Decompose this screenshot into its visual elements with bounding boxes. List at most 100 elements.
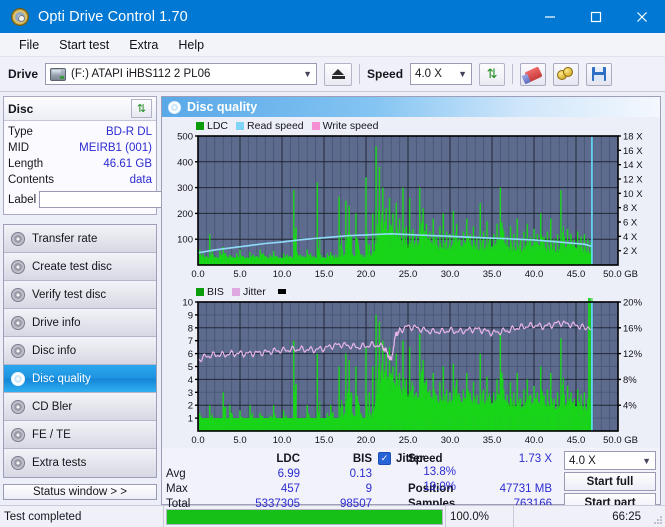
left-panel: Disc ⇅ Type BD-R DL MID MEIRB1 (001) Len…	[0, 92, 241, 505]
stats-row-label: Max	[166, 482, 188, 495]
svg-text:0.0: 0.0	[191, 435, 204, 446]
legend-swatch-icon	[236, 121, 245, 130]
test-speed-select[interactable]: 4.0 X ▼	[564, 451, 656, 470]
svg-text:5: 5	[188, 362, 193, 373]
window-controls	[527, 0, 665, 33]
progress-wrap	[164, 506, 445, 527]
sidebar-item-drive-info[interactable]: Drive info	[4, 309, 156, 337]
speed-select[interactable]: 4.0 X ▼	[410, 63, 473, 85]
refresh-button[interactable]: ⇅	[479, 62, 506, 86]
sidebar-item-label: Disc info	[32, 344, 77, 357]
svg-text:30.0: 30.0	[441, 435, 460, 446]
minimize-button[interactable]	[527, 0, 573, 33]
jitter-label: Jitter	[396, 452, 425, 465]
sidebar-item-label: Disc quality	[32, 372, 91, 385]
svg-text:1: 1	[188, 414, 193, 425]
menu-item-file[interactable]: File	[10, 35, 48, 55]
bitsetting-button[interactable]	[553, 62, 580, 86]
disc-refresh-button[interactable]: ⇅	[131, 99, 152, 118]
svg-text:8%: 8%	[623, 375, 637, 386]
svg-text:16 X: 16 X	[623, 146, 643, 157]
svg-text:200: 200	[177, 209, 193, 220]
menu-item-help[interactable]: Help	[169, 35, 213, 55]
disc-row-value: data	[129, 174, 152, 186]
charts-area: LDC Read speed Write speed 100 200 300 400 5…	[162, 117, 660, 448]
disc-icon	[11, 399, 25, 414]
toolbar-divider-2	[512, 64, 514, 84]
legend-label: Jitter	[242, 285, 266, 298]
legend-swatch-icon	[231, 287, 240, 296]
sidebar-item-label: Extra tests	[32, 457, 87, 469]
save-button[interactable]	[586, 62, 613, 86]
sidebar-item-verify-test-disc[interactable]: Verify test disc	[4, 281, 156, 309]
sidebar-item-extra-tests[interactable]: Extra tests	[4, 449, 156, 477]
svg-text:35.0: 35.0	[483, 435, 502, 446]
erase-button[interactable]	[520, 62, 547, 86]
refresh-icon: ⇅	[486, 66, 498, 81]
jitter-column: ✓ Jitter 13.8% 19.0%	[378, 451, 468, 496]
svg-text:12 X: 12 X	[623, 175, 643, 186]
svg-text:4: 4	[188, 375, 193, 386]
toolbar: Drive (F:) ATAPI iHBS112 2 PL06 ▼ Speed …	[0, 57, 665, 92]
eraser-icon	[523, 65, 543, 83]
disc-info-header: Disc ⇅	[4, 97, 156, 121]
sidebar-item-fe-te[interactable]: FE / TE	[4, 421, 156, 449]
sidebar-item-label: Create test disc	[32, 260, 112, 273]
status-window-button[interactable]: Status window > >	[3, 484, 157, 500]
stats-right-value: 47731 MB	[499, 482, 552, 495]
legend-swatch-icon	[311, 121, 320, 130]
chevron-down-icon: ▼	[303, 69, 313, 79]
speed-label: Speed	[367, 67, 404, 81]
chevron-down-icon: ▼	[642, 455, 651, 466]
svg-text:400: 400	[177, 157, 193, 168]
disc-label-key: Label	[8, 193, 37, 206]
menu-item-start-test[interactable]: Start test	[50, 35, 118, 55]
sidebar-item-label: Verify test disc	[32, 288, 107, 301]
jitter-checkbox[interactable]: ✓	[378, 452, 391, 465]
marker-icon	[277, 289, 286, 294]
stats-row-label: Avg	[166, 467, 186, 480]
test-speed-value: 4.0 X	[569, 454, 596, 467]
sidebar-item-cd-bler[interactable]: CD Bler	[4, 393, 156, 421]
disc-info-title: Disc	[8, 101, 34, 116]
sidebar-item-label: CD Bler	[32, 400, 73, 413]
sidebar-item-transfer-rate[interactable]: Transfer rate	[4, 225, 156, 253]
drive-label: Drive	[8, 67, 39, 81]
sidebar-item-create-test-disc[interactable]: Create test disc	[4, 253, 156, 281]
svg-text:25.0: 25.0	[399, 269, 418, 280]
svg-text:3: 3	[188, 388, 193, 399]
disc-icon	[11, 371, 25, 386]
legend-item-write-speed: Write speed	[311, 120, 379, 132]
legend-label: BIS	[207, 285, 224, 298]
svg-text:12%: 12%	[623, 349, 643, 360]
stats-ldc-value: 457	[280, 482, 300, 495]
eject-button[interactable]	[324, 62, 353, 86]
svg-text:25.0: 25.0	[399, 435, 418, 446]
svg-text:500: 500	[177, 132, 193, 143]
svg-text:6: 6	[188, 349, 193, 360]
sidebar-item-disc-info[interactable]: Disc info	[4, 337, 156, 365]
bis-jitter-chart[interactable]: 1 2 3 4 5 6 7 8 9 10 4% 8% 12% 16% 20% 0.0 5.0 10.0 15.0 20…	[162, 298, 660, 448]
stats-buttons: 4.0 X ▼ Start full Start part	[558, 451, 656, 512]
jitter-avg-value: 13.8%	[423, 466, 456, 478]
status-bar: Test completed 100.0% 66:25	[0, 505, 665, 527]
start-full-button[interactable]: Start full	[564, 472, 656, 491]
close-button[interactable]	[619, 0, 665, 33]
svg-text:20%: 20%	[623, 298, 643, 309]
app-icon	[11, 7, 29, 26]
disc-quality-icon	[168, 100, 181, 114]
resize-grip[interactable]	[653, 506, 665, 527]
menu-item-extra[interactable]: Extra	[120, 35, 167, 55]
sidebar-item-label: Drive info	[32, 316, 81, 329]
maximize-button[interactable]	[573, 0, 619, 33]
stats-col-ldc: LDC	[276, 452, 300, 465]
legend-item-read-speed: Read speed	[236, 120, 304, 132]
sidebar-item-label: FE / TE	[32, 428, 71, 441]
ldc-chart[interactable]: 100 200 300 400 500 2 X 4 X 6 X 8 X 10 X 12 X 14 X 1…	[162, 132, 660, 282]
disc-icon	[11, 427, 25, 442]
drive-select[interactable]: (F:) ATAPI iHBS112 2 PL06 ▼	[45, 63, 318, 85]
app-window: Opti Drive Control 1.70 File Start test …	[0, 0, 665, 527]
sidebar-item-disc-quality[interactable]: Disc quality	[4, 365, 156, 393]
disc-icon	[11, 231, 25, 246]
legend-swatch-icon	[196, 121, 204, 130]
